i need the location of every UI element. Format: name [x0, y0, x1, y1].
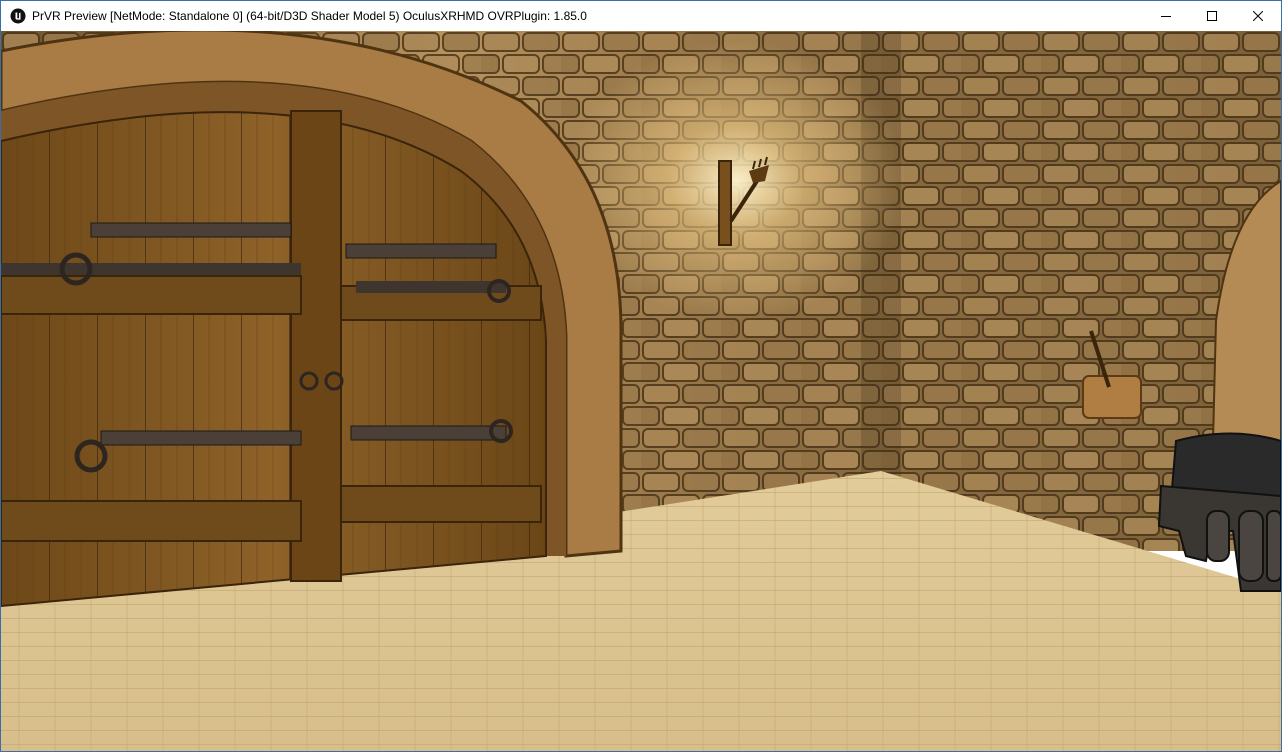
- iron-strap-4: [356, 281, 506, 293]
- maximize-button[interactable]: [1189, 1, 1235, 31]
- dungeon-scene: [1, 31, 1281, 751]
- close-icon: [1253, 11, 1263, 21]
- door-crossbeam-bottom-left: [1, 500, 302, 542]
- minimize-button[interactable]: [1143, 1, 1189, 31]
- iron-strap-6: [350, 425, 507, 441]
- iron-strap-3: [1, 263, 301, 275]
- door-crossbeam-bottom-right: [340, 485, 542, 523]
- window-title: PrVR Preview [NetMode: Standalone 0] (64…: [32, 9, 587, 23]
- unreal-engine-logo-icon: [10, 8, 26, 24]
- close-button[interactable]: [1235, 1, 1281, 31]
- iron-strap-1: [90, 222, 292, 238]
- iron-strap-5: [100, 430, 302, 446]
- game-window: PrVR Preview [NetMode: Standalone 0] (64…: [0, 0, 1282, 752]
- title-bar[interactable]: PrVR Preview [NetMode: Standalone 0] (64…: [1, 1, 1281, 31]
- minimize-icon: [1161, 16, 1171, 17]
- door-crossbeam-top-left: [1, 275, 302, 315]
- game-viewport[interactable]: [1, 31, 1281, 751]
- maximize-icon: [1207, 11, 1217, 21]
- iron-strap-2: [345, 243, 497, 259]
